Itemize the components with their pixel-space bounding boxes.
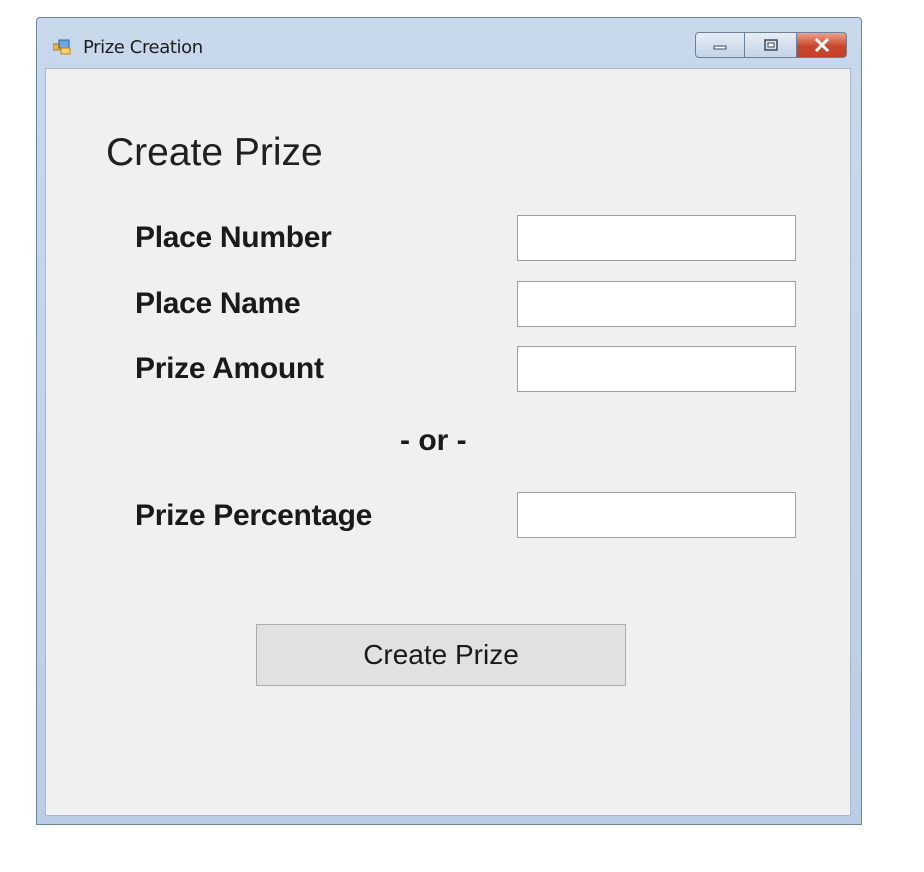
prize-amount-input[interactable]: [517, 346, 796, 392]
prize-creation-window: Prize Creation Create Prize Place Number…: [36, 17, 862, 825]
place-name-label: Place Name: [135, 287, 301, 320]
form-client-area: Create Prize Place Number Place Name Pri…: [45, 68, 851, 816]
page-title: Create Prize: [106, 131, 323, 174]
or-separator: - or -: [400, 424, 467, 457]
title-bar[interactable]: Prize Creation: [37, 18, 861, 68]
minimize-button[interactable]: [695, 32, 745, 58]
window-title: Prize Creation: [83, 37, 203, 58]
form-app-icon: [53, 39, 71, 55]
close-icon: [814, 38, 829, 52]
place-name-input[interactable]: [517, 281, 796, 327]
minimize-icon: [713, 45, 727, 50]
maximize-icon: [763, 39, 778, 51]
prize-percentage-input[interactable]: [517, 492, 796, 538]
maximize-button[interactable]: [745, 32, 797, 58]
caption-buttons: [695, 32, 847, 60]
prize-amount-label: Prize Amount: [135, 352, 324, 385]
close-button[interactable]: [797, 32, 847, 58]
create-prize-button[interactable]: Create Prize: [256, 624, 626, 686]
prize-percentage-label: Prize Percentage: [135, 499, 372, 532]
place-number-label: Place Number: [135, 221, 332, 254]
place-number-input[interactable]: [517, 215, 796, 261]
